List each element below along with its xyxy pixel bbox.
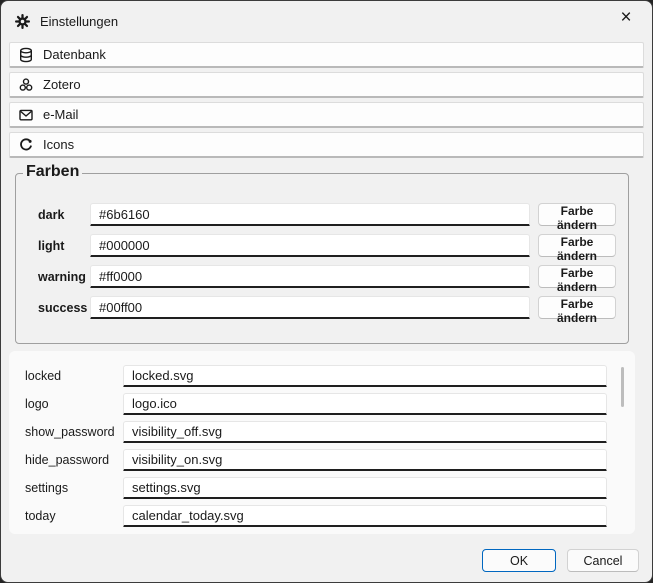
icon-file-input[interactable] — [123, 477, 607, 499]
change-color-button[interactable]: Farbe ändern — [538, 234, 616, 257]
icons-list-panel: locked logo show_password hide_password … — [9, 351, 635, 534]
color-value-input[interactable] — [90, 296, 530, 319]
gear-icon — [15, 14, 30, 29]
icon-name-label: settings — [25, 481, 123, 495]
icon-file-input[interactable] — [123, 449, 607, 471]
color-name-label: warning — [38, 270, 90, 284]
icon-file-input[interactable] — [123, 365, 607, 387]
settings-dialog: Einstellungen × Datenbank Zot — [0, 0, 653, 583]
color-row: dark Farbe ändern — [38, 203, 616, 226]
color-row: success Farbe ändern — [38, 296, 616, 319]
icon-file-input[interactable] — [123, 505, 607, 527]
color-name-label: dark — [38, 208, 90, 222]
colors-groupbox: Farben dark Farbe ändern light Farbe änd… — [15, 173, 629, 344]
icon-name-label: hide_password — [25, 453, 123, 467]
window-title: Einstellungen — [40, 14, 118, 29]
section-label: Zotero — [43, 77, 81, 92]
change-color-button[interactable]: Farbe ändern — [538, 265, 616, 288]
title-bar: Einstellungen × — [1, 1, 652, 41]
database-icon — [18, 47, 34, 63]
ok-button[interactable]: OK — [482, 549, 556, 572]
vertical-scrollbar[interactable] — [621, 367, 624, 407]
color-row: light Farbe ändern — [38, 234, 616, 257]
dialog-footer: OK Cancel — [482, 549, 639, 572]
close-button[interactable]: × — [606, 3, 646, 33]
color-name-label: light — [38, 239, 90, 253]
icon-row: show_password — [25, 418, 607, 446]
section-header-icons[interactable]: Icons — [9, 132, 644, 158]
colors-group-title: Farben — [23, 163, 82, 181]
mail-icon — [18, 107, 34, 123]
icon-row: today — [25, 502, 607, 530]
icon-name-label: today — [25, 509, 123, 523]
color-name-label: success — [38, 301, 90, 315]
section-header-zotero[interactable]: Zotero — [9, 72, 644, 98]
icon-file-input[interactable] — [123, 421, 607, 443]
icon-name-label: locked — [25, 369, 123, 383]
icon-file-input[interactable] — [123, 393, 607, 415]
icon-row: hide_password — [25, 446, 607, 474]
color-value-input[interactable] — [90, 234, 530, 257]
section-label: e-Mail — [43, 107, 78, 122]
section-header-email[interactable]: e-Mail — [9, 102, 644, 128]
color-row: warning Farbe ändern — [38, 265, 616, 288]
zotero-icon — [18, 77, 34, 93]
icon-row: logo — [25, 390, 607, 418]
section-header-datenbank[interactable]: Datenbank — [9, 42, 644, 68]
icon-row: locked — [25, 362, 607, 390]
icon-rows: locked logo show_password hide_password … — [25, 362, 607, 530]
change-color-button[interactable]: Farbe ändern — [538, 296, 616, 319]
icon-name-label: show_password — [25, 425, 123, 439]
section-label: Datenbank — [43, 47, 106, 62]
change-color-button[interactable]: Farbe ändern — [538, 203, 616, 226]
cancel-button[interactable]: Cancel — [567, 549, 639, 572]
color-rows: dark Farbe ändern light Farbe ändern war… — [38, 203, 616, 319]
color-value-input[interactable] — [90, 203, 530, 226]
color-value-input[interactable] — [90, 265, 530, 288]
section-label: Icons — [43, 137, 74, 152]
sync-icon — [18, 137, 34, 153]
icon-row: settings — [25, 474, 607, 502]
settings-sections: Datenbank Zotero e-Mail — [1, 41, 652, 158]
icon-name-label: logo — [25, 397, 123, 411]
